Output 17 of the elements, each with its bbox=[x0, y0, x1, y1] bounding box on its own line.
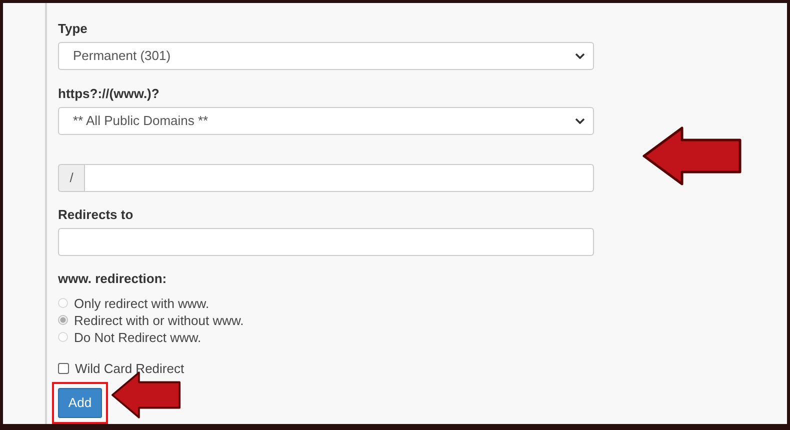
field-label: www. redirection: bbox=[58, 270, 168, 286]
path-prefix: / bbox=[58, 164, 84, 192]
chevron-icon bbox=[575, 52, 585, 59]
path-input-field[interactable] bbox=[84, 164, 594, 192]
radio-label: Do Not Redirect www. bbox=[74, 330, 202, 345]
checkbox-label: Wild Card Redirect bbox=[75, 360, 184, 376]
field-label: Redirects to bbox=[58, 206, 134, 222]
chevron-icon bbox=[575, 118, 585, 124]
field-label: https?://(www.)? bbox=[58, 86, 160, 101]
redirect-url-field[interactable] bbox=[58, 228, 594, 256]
select-field[interactable]: Permanent (301) bbox=[58, 42, 594, 70]
checkbox[interactable] bbox=[58, 362, 69, 374]
select-field[interactable]: ** All Public Domains ** bbox=[58, 106, 594, 135]
radio-label: Only redirect with www. bbox=[74, 296, 210, 311]
radio-label: Redirect with or without www. bbox=[74, 312, 244, 328]
add-button[interactable]: Add bbox=[58, 388, 102, 418]
field-label: Type bbox=[58, 21, 88, 36]
